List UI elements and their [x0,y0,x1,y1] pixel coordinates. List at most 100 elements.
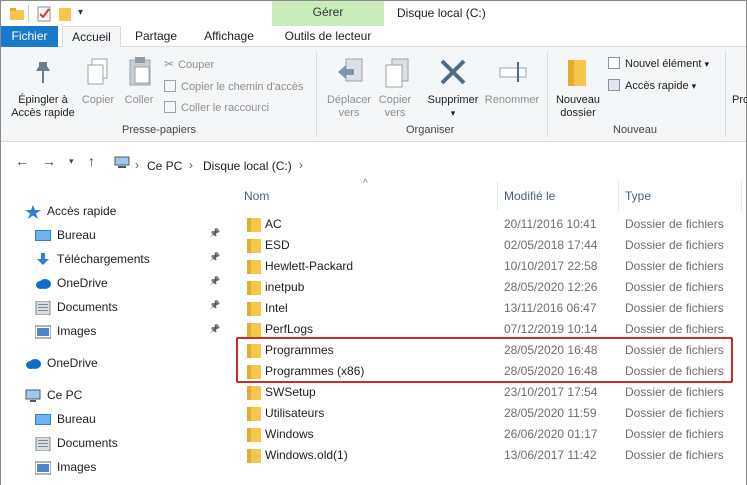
file-modified: 28/05/2020 16:48 [504,364,598,378]
back-arrow-icon[interactable]: ← [15,153,29,169]
pin-label-line1: Épingler à [18,94,68,106]
sort-ascending-icon: ^ [363,178,368,189]
file-row[interactable]: inetpub 28/05/2020 12:26 Dossier de fichie… [233,277,746,298]
column-separator[interactable] [618,182,619,210]
column-header-name[interactable]: Nom [244,189,269,203]
navigation-pane: Accès rapide Bureau 📌 Téléchargements 📌 OneDr… [1,178,233,485]
address-box[interactable]: › Ce PC › Disque local (C:) › [108,149,746,175]
tab-file[interactable]: Fichier [1,26,58,47]
folder-icon [247,407,261,421]
file-row[interactable]: Programmes (x86) 28/05/2020 16:48 Dossier … [233,361,746,382]
folder-icon [247,260,261,274]
images-icon [34,460,52,475]
copy-path-button[interactable]: Copier le chemin d'accès [164,80,304,94]
column-separator[interactable] [497,182,498,210]
properties-button[interactable]: Pro [732,94,747,107]
documents-icon [35,300,51,316]
file-row[interactable]: Hewlett-Packard 10/10/2017 22:58 Dossier d… [233,256,746,277]
file-name: Programmes (x86) [265,364,365,378]
breadcrumb-chevron-icon[interactable]: › [189,158,193,172]
tab-home[interactable]: Accueil [62,26,121,48]
pin-icon[interactable]: 📌 [209,228,220,239]
delete-button[interactable]: Supprimer ▾ [419,94,487,120]
up-arrow-icon[interactable]: ↑ [88,153,95,169]
folder-icon [247,344,261,358]
file-modified: 23/10/2017 17:54 [504,385,598,399]
group-label-new: Nouveau [613,124,658,136]
desktop-icon [35,412,51,426]
breadcrumb-chevron-icon[interactable]: › [135,158,139,172]
breadcrumb-local-disk[interactable]: Disque local (C:) [203,159,292,173]
tab-view[interactable]: Affichage [195,26,263,47]
folder-icon [247,449,261,463]
properties-icon[interactable] [36,6,52,22]
breadcrumb-chevron-icon[interactable]: › [299,158,303,172]
group-label-clipboard: Presse-papiers [122,124,196,136]
copy-button[interactable]: Copier [79,94,117,107]
paste-shortcut-button[interactable]: Coller le raccourci [164,101,269,115]
nav-item-label: Ce PC [47,388,83,402]
file-modified: 28/05/2020 11:59 [504,406,597,420]
pin-icon[interactable]: 📌 [209,324,220,335]
nav-item-label: Images [57,324,97,338]
pin-quick-access-button[interactable]: Épingler à Accès rapide [7,94,79,120]
qat-dropdown-icon[interactable]: ▾ [78,7,83,18]
column-separator[interactable] [741,182,742,210]
pin-icon[interactable]: 📌 [209,252,220,263]
copy-icon [87,58,108,85]
new-item-button[interactable]: Nouvel élément ▾ [608,57,709,71]
folder-icon [247,281,261,295]
tab-share[interactable]: Partage [127,26,185,47]
forward-arrow-icon[interactable]: → [42,153,56,169]
ribbon-separator [547,51,548,137]
tab-drive-tools[interactable]: Outils de lecteur [273,26,383,47]
rename-button[interactable]: Renommer [481,94,543,107]
file-row[interactable]: Windows 26/06/2020 01:17 Dossier de fichie… [233,424,746,445]
file-name: PerfLogs [265,322,314,336]
delete-dropdown-icon: ▾ [450,108,456,118]
file-type: Dossier de fichiers [625,322,724,336]
column-header-type[interactable]: Type [625,189,651,203]
pin-icon[interactable]: 📌 [209,276,220,287]
column-header-modified[interactable]: Modifié le [504,189,555,203]
file-row[interactable]: Utilisateurs 28/05/2020 11:59 Dossier de f… [233,403,746,424]
file-type: Dossier de fichiers [625,364,724,378]
file-row[interactable]: PerfLogs 07/12/2019 10:14 Dossier de fichi… [233,319,746,340]
folder-icon [247,386,261,400]
move-label-line1: Déplacer [326,94,372,106]
pin-label-line2: Accès rapide [11,107,75,119]
contextual-tab-manage[interactable]: Gérer [272,1,384,26]
recent-locations-chevron-icon[interactable]: ▾ [69,156,74,167]
computer-icon [114,156,130,168]
scissors-icon: ✂ [164,57,175,71]
nav-item-label: OneDrive [57,276,108,290]
move-to-button[interactable]: Déplacer vers [323,94,375,120]
file-row[interactable]: Windows.old(1) 13/06/2017 11:42 Dossier de… [233,445,746,466]
breadcrumb-this-pc[interactable]: Ce PC [147,159,182,173]
file-name: ESD [265,238,290,252]
paste-button[interactable]: Coller [119,94,159,107]
file-type: Dossier de fichiers [625,448,724,462]
copy-to-label-line2: vers [384,107,406,119]
easy-access-button[interactable]: Accès rapide ▾ [608,79,696,93]
file-row[interactable]: Programmes 28/05/2020 16:48 Dossier de fic… [233,340,746,361]
new-folder-button[interactable]: Nouveau dossier [551,94,605,120]
copy-to-button[interactable]: Copier vers [373,94,417,120]
file-type: Dossier de fichiers [625,343,724,357]
pin-icon[interactable]: 📌 [209,300,220,311]
documents-icon [35,436,51,452]
file-name: Utilisateurs [265,406,325,420]
file-row[interactable]: SWSetup 23/10/2017 17:54 Dossier de fichie… [233,382,746,403]
qat-separator [28,5,29,22]
paste-shortcut-icon [164,101,176,113]
file-name: Windows [265,427,314,441]
cut-button[interactable]: ✂ Couper [164,57,214,72]
easy-access-icon [608,79,620,91]
file-row[interactable]: Intel 13/11/2016 06:47 Dossier de fichiers [233,298,746,319]
file-row[interactable]: AC 20/11/2016 10:41 Dossier de fichiers [233,214,746,235]
new-folder-icon[interactable] [58,6,74,22]
cloud-icon [25,356,41,370]
file-type: Dossier de fichiers [625,385,724,399]
file-name: AC [265,217,282,231]
file-row[interactable]: ESD 02/05/2018 17:44 Dossier de fichiers [233,235,746,256]
